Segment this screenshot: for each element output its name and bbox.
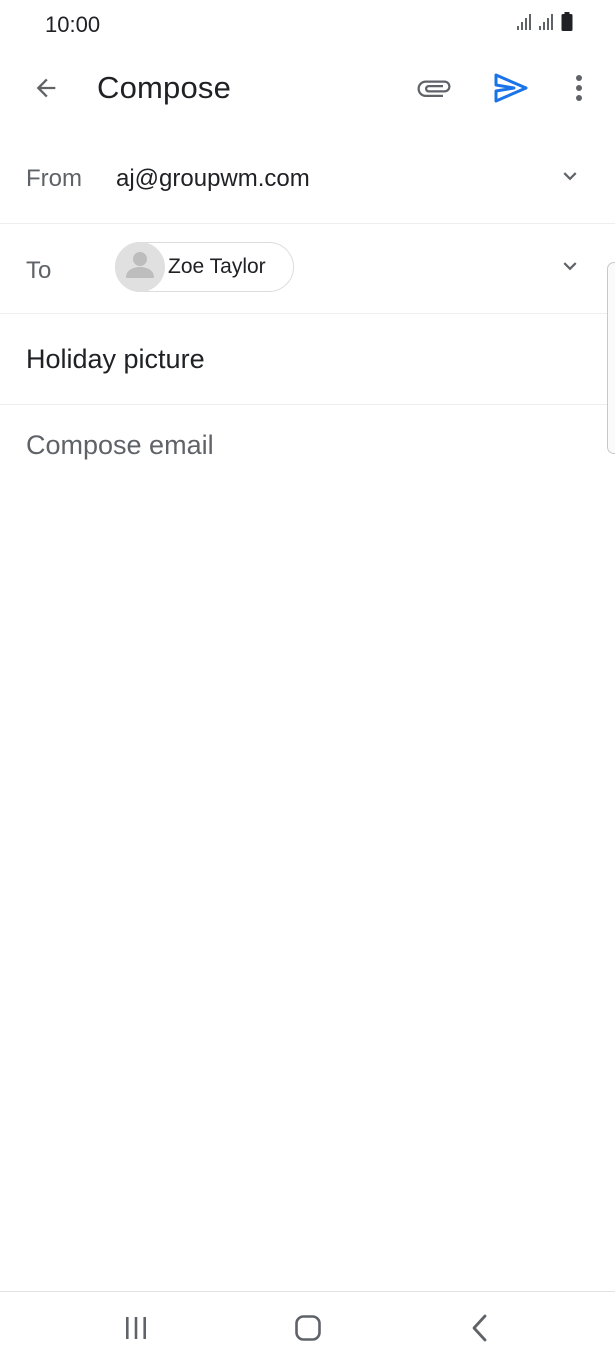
home-button[interactable] (278, 1306, 338, 1354)
nav-back-button[interactable] (450, 1306, 510, 1354)
body-input[interactable] (26, 430, 586, 1250)
attach-button[interactable] (410, 66, 458, 114)
recipient-name: Zoe Taylor (168, 255, 266, 278)
battery-icon (561, 12, 573, 36)
chevron-down-icon (557, 163, 583, 194)
to-expand-button[interactable] (546, 244, 594, 292)
send-button[interactable] (487, 66, 535, 114)
compose-screen: 10:00 Compose From aj@groupwm.com To Zoe… (0, 0, 615, 1367)
status-bar: 10:00 (0, 0, 615, 52)
home-icon (294, 1314, 322, 1347)
app-bar: Compose (0, 52, 615, 128)
recipient-chip[interactable]: Zoe Taylor (115, 242, 294, 292)
recents-button[interactable] (106, 1306, 166, 1354)
back-arrow-icon (32, 74, 60, 107)
person-icon (115, 242, 165, 292)
nav-back-icon (470, 1314, 490, 1347)
status-time: 10:00 (45, 12, 101, 37)
page-title: Compose (97, 70, 232, 105)
send-icon (494, 73, 528, 108)
navigation-bar (0, 1291, 615, 1367)
status-icons (517, 12, 573, 36)
to-row: To Zoe Taylor (0, 224, 615, 314)
recents-icon (121, 1315, 151, 1346)
from-row: From aj@groupwm.com (0, 134, 615, 224)
chevron-down-icon (557, 253, 583, 284)
subject-row (0, 314, 615, 405)
from-address[interactable]: aj@groupwm.com (116, 165, 310, 193)
more-options-button[interactable] (555, 66, 603, 114)
attach-icon (416, 70, 452, 111)
from-expand-button[interactable] (546, 154, 594, 202)
more-vert-icon (575, 74, 583, 107)
signal-icon (539, 13, 555, 36)
signal-icon (517, 13, 533, 36)
back-button[interactable] (22, 66, 70, 114)
subject-input[interactable] (26, 344, 586, 375)
avatar (115, 242, 165, 292)
scrollbar[interactable] (607, 262, 615, 454)
to-label: To (26, 257, 52, 284)
from-label: From (26, 165, 82, 192)
